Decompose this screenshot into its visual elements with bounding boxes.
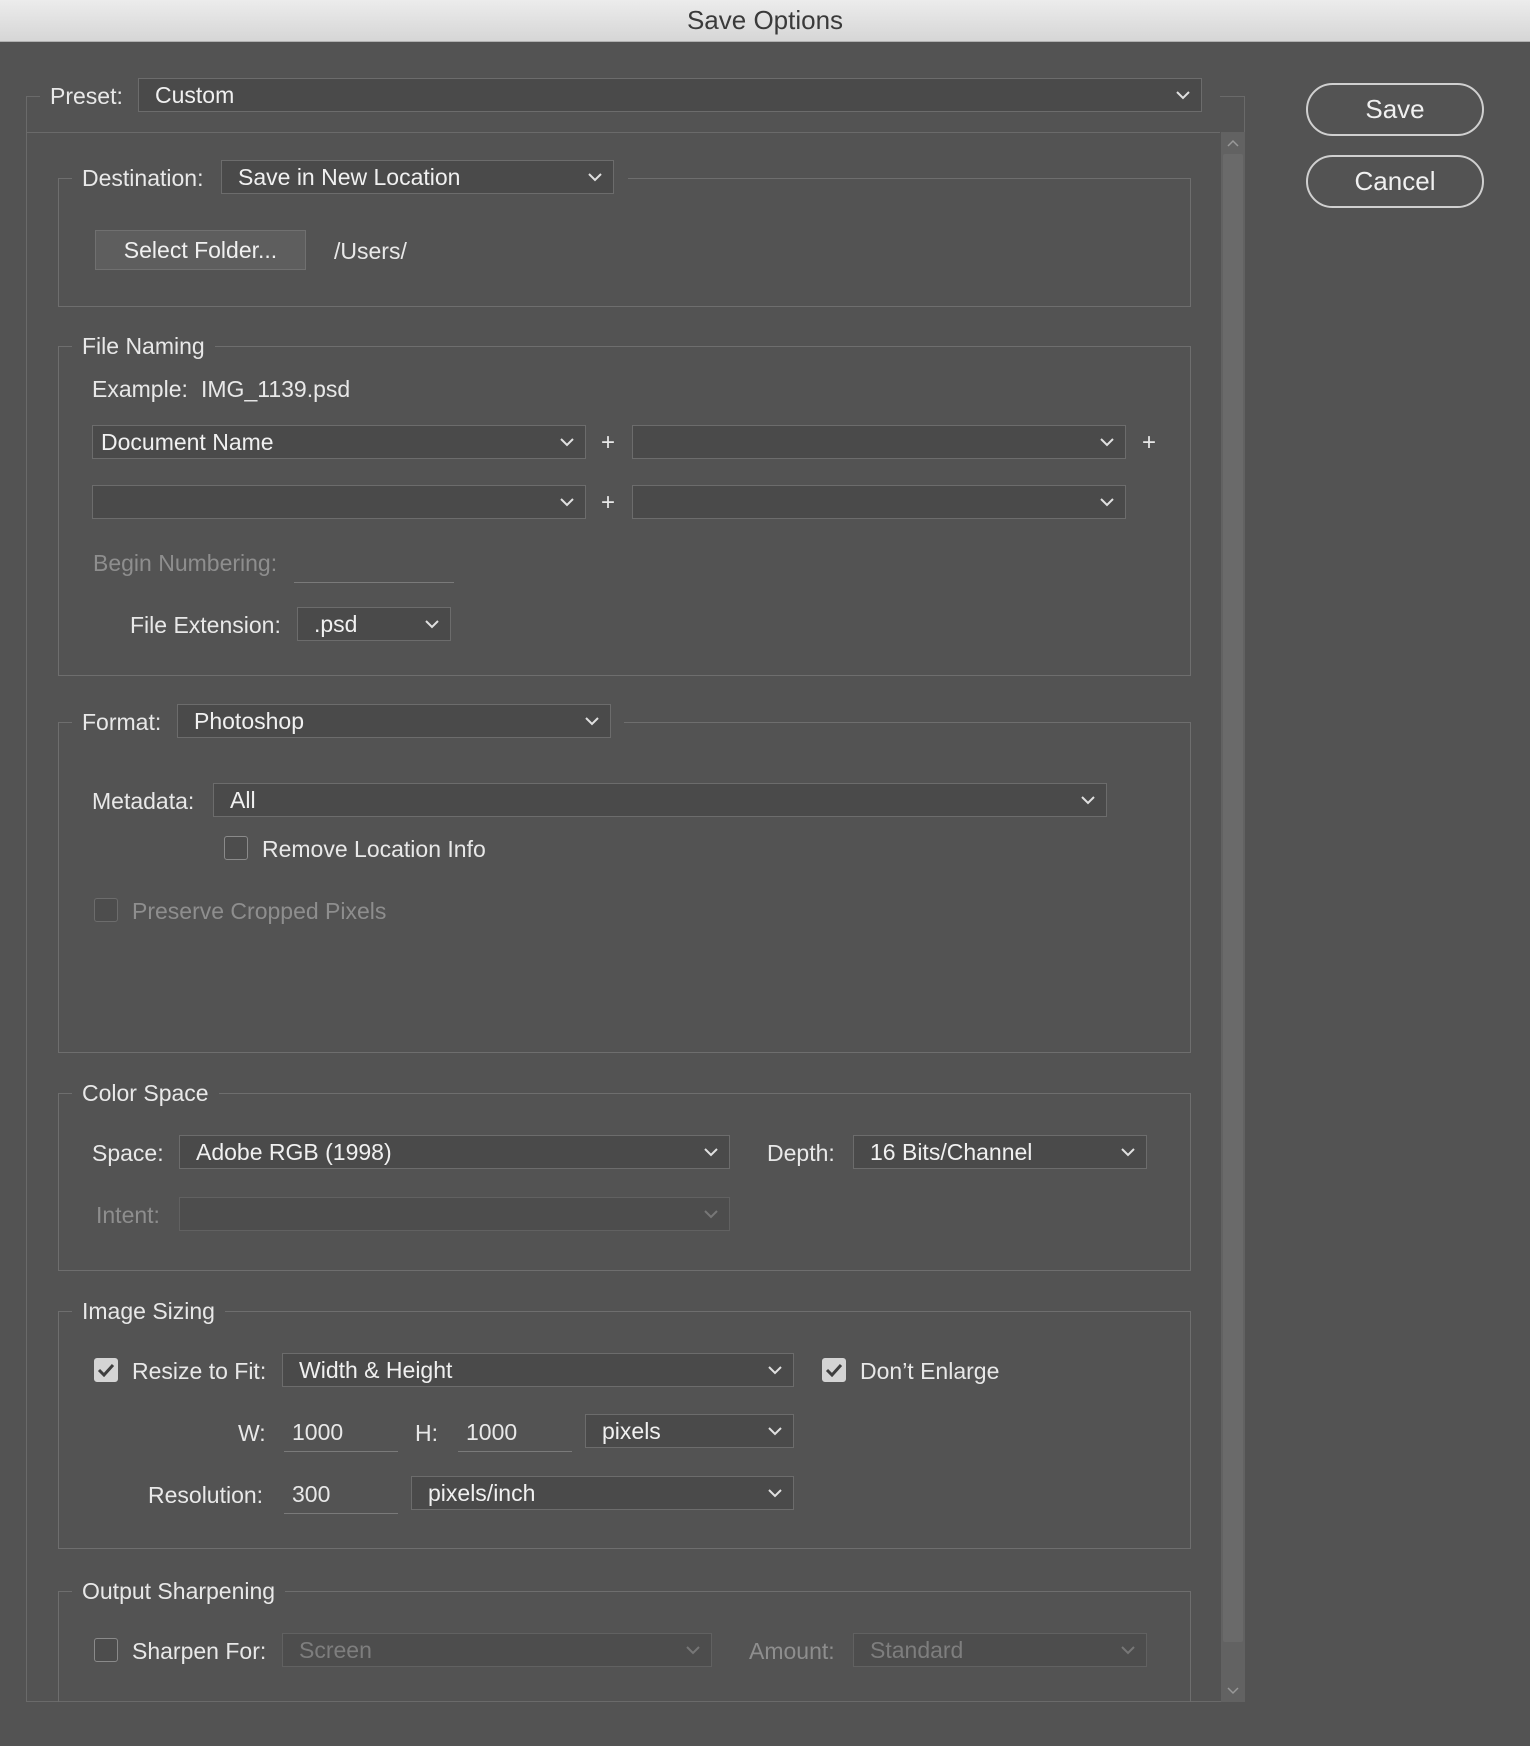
checkmark-icon <box>825 1363 843 1377</box>
preset-label: Preset: <box>50 83 123 109</box>
depth-label: Depth: <box>767 1140 835 1166</box>
name-part-select-3[interactable] <box>92 485 586 519</box>
space-label: Space: <box>92 1140 164 1166</box>
scroll-down-icon[interactable] <box>1225 1684 1241 1696</box>
chevron-down-icon <box>549 486 585 518</box>
resize-to-fit-label: Resize to Fit: <box>132 1358 267 1384</box>
intent-select[interactable] <box>179 1197 730 1231</box>
color-space-group <box>58 1093 1191 1271</box>
destination-label: Destination: <box>82 165 204 191</box>
dont-enlarge-checkbox[interactable] <box>822 1358 846 1382</box>
preserve-cropped-label: Preserve Cropped Pixels <box>132 898 387 924</box>
plus-icon: + <box>601 429 616 456</box>
sharpen-for-checkbox[interactable] <box>94 1638 118 1662</box>
destination-path: /Users/ <box>334 238 407 264</box>
checkmark-icon <box>97 1363 115 1377</box>
amount-value: Standard <box>870 1636 964 1663</box>
chevron-down-icon <box>577 161 613 193</box>
file-naming-title: File Naming <box>72 333 215 363</box>
resolution-unit-value: pixels/inch <box>428 1479 536 1506</box>
preserve-cropped-checkbox[interactable] <box>94 898 118 922</box>
format-group <box>58 722 1191 1053</box>
sharpen-for-select[interactable]: Screen <box>282 1633 712 1667</box>
preset-select[interactable]: Custom <box>138 78 1202 112</box>
scrollbar-thumb[interactable] <box>1223 154 1243 1642</box>
resize-to-fit-checkbox[interactable] <box>94 1358 118 1382</box>
name-part-select-2[interactable] <box>632 425 1126 459</box>
image-sizing-title: Image Sizing <box>72 1298 225 1328</box>
resize-to-fit-select[interactable]: Width & Height <box>282 1353 794 1387</box>
resolution-input[interactable]: 300 <box>284 1476 398 1514</box>
format-select[interactable]: Photoshop <box>177 704 611 738</box>
chevron-down-icon <box>1110 1634 1146 1666</box>
resize-to-fit-value: Width & Height <box>299 1356 453 1383</box>
chevron-down-icon <box>1089 486 1125 518</box>
divider <box>26 132 1220 133</box>
chevron-down-icon <box>757 1415 793 1447</box>
cancel-button[interactable]: Cancel <box>1306 155 1484 208</box>
format-value: Photoshop <box>194 707 304 734</box>
color-space-title: Color Space <box>72 1080 219 1110</box>
chevron-down-icon <box>414 608 450 640</box>
preset-value: Custom <box>155 81 235 108</box>
size-unit-select[interactable]: pixels <box>585 1414 794 1448</box>
name-part-value-1: Document Name <box>101 428 274 455</box>
chevron-down-icon <box>757 1477 793 1509</box>
example-value: IMG_1139.psd <box>201 376 351 402</box>
window-title-bar: Save Options <box>0 0 1530 42</box>
metadata-value: All <box>230 786 256 813</box>
chevron-down-icon <box>1089 426 1125 458</box>
scroll-up-icon[interactable] <box>1225 136 1241 148</box>
window-title: Save Options <box>686 5 844 35</box>
output-sharpening-title: Output Sharpening <box>72 1578 286 1608</box>
metadata-label: Metadata: <box>92 788 195 814</box>
plus-icon: + <box>1142 429 1157 456</box>
sharpen-for-label: Sharpen For: <box>132 1638 267 1664</box>
begin-numbering-input[interactable] <box>294 545 454 583</box>
height-label: H: <box>415 1420 438 1446</box>
chevron-down-icon <box>675 1634 711 1666</box>
example-label: Example: <box>92 376 188 402</box>
chevron-down-icon <box>1070 784 1106 816</box>
scrollbar-track[interactable] <box>1221 132 1245 1702</box>
chevron-down-icon <box>574 705 610 737</box>
file-extension-select[interactable]: .psd <box>297 607 451 641</box>
file-extension-value: .psd <box>314 610 358 637</box>
chevron-down-icon <box>1165 79 1201 111</box>
resolution-unit-select[interactable]: pixels/inch <box>411 1476 794 1510</box>
remove-location-label: Remove Location Info <box>262 836 486 862</box>
space-select[interactable]: Adobe RGB (1998) <box>179 1135 730 1169</box>
file-extension-label: File Extension: <box>130 612 281 638</box>
space-value: Adobe RGB (1998) <box>196 1138 392 1165</box>
sharpen-for-value: Screen <box>299 1636 372 1663</box>
destination-value: Save in New Location <box>238 163 461 190</box>
amount-label: Amount: <box>749 1638 835 1664</box>
width-label: W: <box>238 1420 266 1446</box>
chevron-down-icon <box>757 1354 793 1386</box>
amount-select[interactable]: Standard <box>853 1633 1147 1667</box>
dont-enlarge-label: Don’t Enlarge <box>860 1358 1000 1384</box>
chevron-down-icon <box>1110 1136 1146 1168</box>
resolution-label: Resolution: <box>148 1482 264 1508</box>
depth-select[interactable]: 16 Bits/Channel <box>853 1135 1147 1169</box>
name-part-select-4[interactable] <box>632 485 1126 519</box>
begin-numbering-label: Begin Numbering: <box>93 550 278 576</box>
save-button[interactable]: Save <box>1306 83 1484 136</box>
name-part-select-1[interactable]: Document Name <box>92 425 586 459</box>
remove-location-checkbox[interactable] <box>224 836 248 860</box>
width-input[interactable]: 1000 <box>284 1414 398 1452</box>
size-unit-value: pixels <box>602 1417 661 1444</box>
select-folder-button[interactable]: Select Folder... <box>95 230 306 270</box>
format-label: Format: <box>82 709 162 735</box>
chevron-down-icon <box>693 1136 729 1168</box>
chevron-down-icon <box>549 426 585 458</box>
intent-label: Intent: <box>96 1202 160 1228</box>
metadata-select[interactable]: All <box>213 783 1107 817</box>
height-input[interactable]: 1000 <box>458 1414 572 1452</box>
destination-select[interactable]: Save in New Location <box>221 160 614 194</box>
plus-icon: + <box>601 489 616 516</box>
chevron-down-icon <box>693 1198 729 1230</box>
depth-value: 16 Bits/Channel <box>870 1138 1033 1165</box>
